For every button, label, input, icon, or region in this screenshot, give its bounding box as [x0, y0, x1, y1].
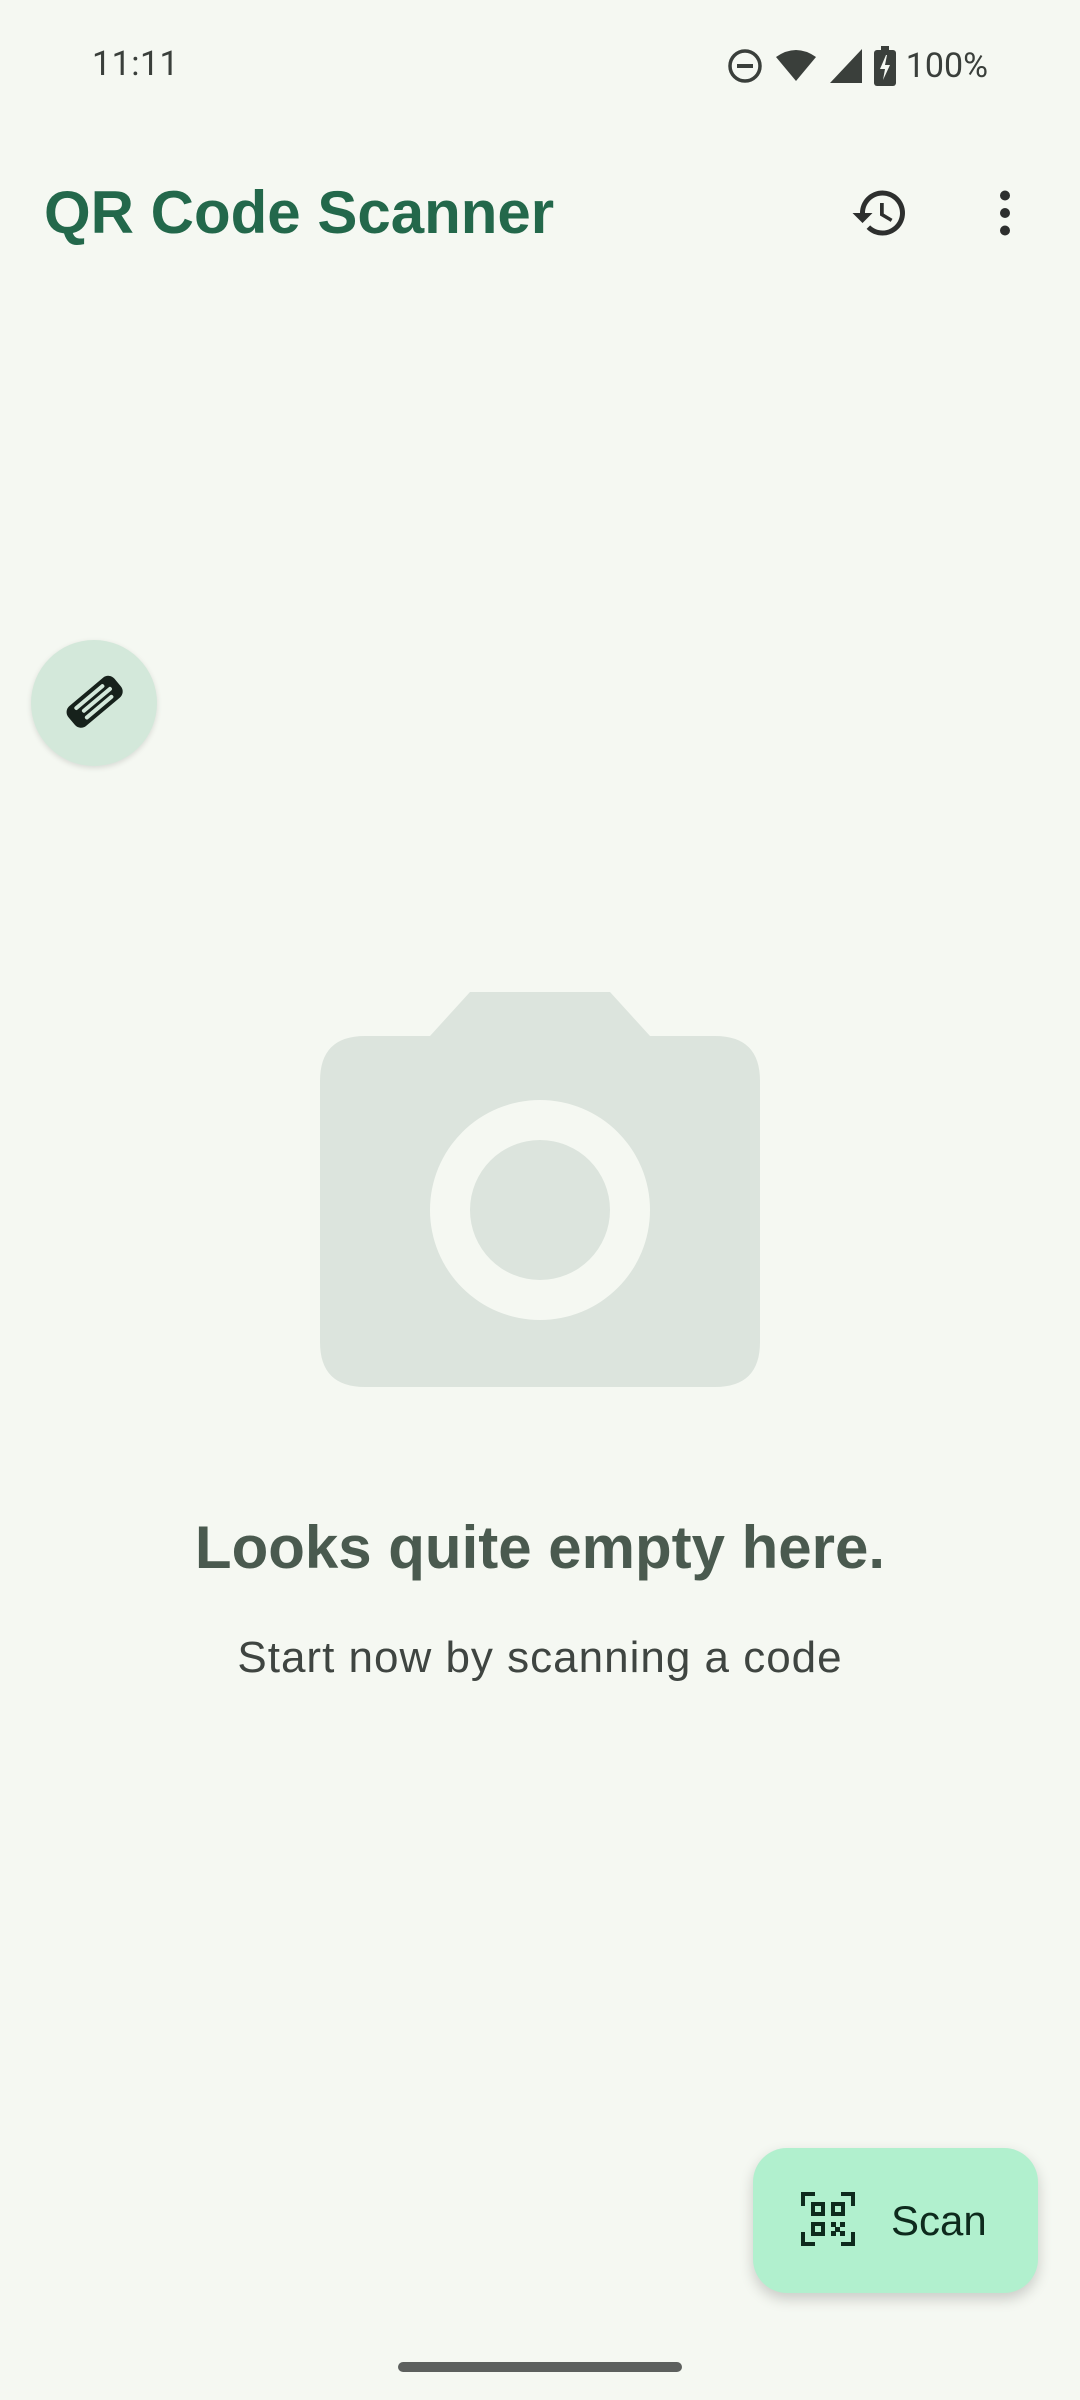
history-icon — [850, 183, 910, 247]
scan-button-label: Scan — [891, 2196, 987, 2244]
history-button[interactable] — [835, 170, 925, 260]
qr-code-scanner-icon — [799, 2190, 857, 2252]
handshake-icon — [56, 663, 132, 743]
status-bar: 11:11 100% — [0, 0, 1080, 132]
empty-state-title: Looks quite empty here. — [194, 1514, 886, 1581]
do-not-disturb-icon — [726, 47, 764, 85]
status-time: 11:11 — [92, 44, 180, 84]
battery-percent: 100% — [905, 46, 988, 86]
more-vert-icon — [975, 183, 1035, 247]
donate-button[interactable] — [31, 640, 157, 766]
scan-button[interactable]: Scan — [753, 2148, 1038, 2293]
more-options-button[interactable] — [960, 170, 1050, 260]
home-indicator[interactable] — [398, 2362, 682, 2372]
app-bar: QR Code Scanner — [0, 150, 1080, 280]
wifi-icon — [774, 47, 818, 85]
camera-icon — [320, 992, 760, 1387]
battery-icon — [873, 46, 896, 86]
status-icons: 100% — [726, 44, 988, 88]
page-title: QR Code Scanner — [44, 179, 555, 246]
signal-icon — [828, 47, 864, 85]
empty-state-subtitle: Start now by scanning a code — [237, 1633, 843, 1682]
